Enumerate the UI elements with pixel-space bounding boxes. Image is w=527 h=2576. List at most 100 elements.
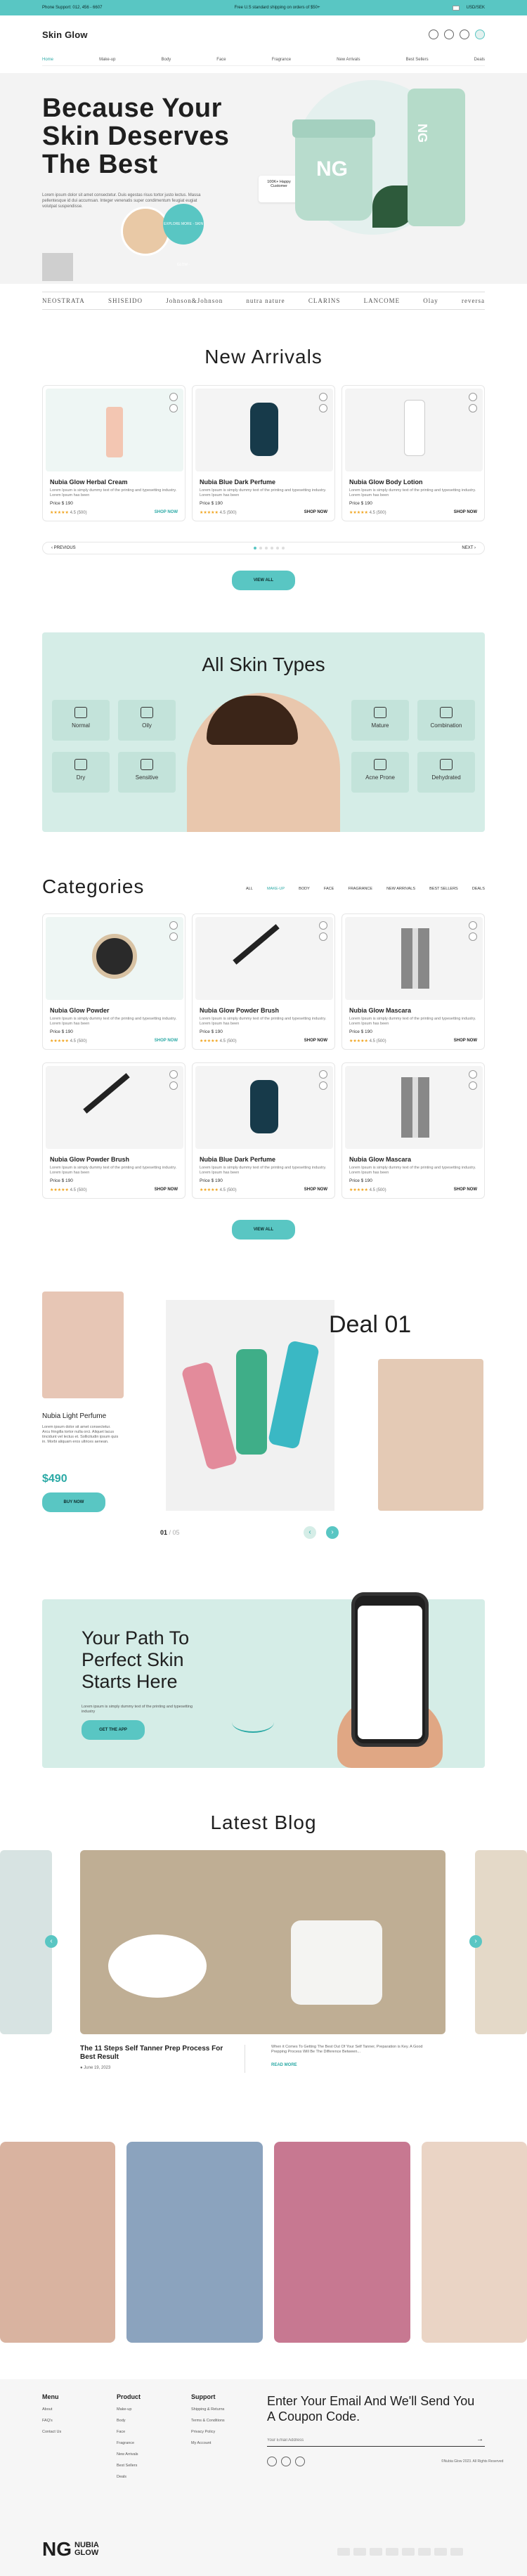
product-card[interactable]: Nubia Glow Powder Brush Lorem Ipsum is s… xyxy=(192,913,335,1050)
explore-more-badge[interactable]: EXPLORE MORE - SKIN GLOW - xyxy=(163,204,204,267)
tab-make-up[interactable]: MAKE-UP xyxy=(267,887,285,891)
blog-featured-image[interactable] xyxy=(80,1850,445,2034)
gallery-image[interactable] xyxy=(126,2142,263,2343)
footer-link[interactable]: Fragrance xyxy=(117,2441,141,2445)
facebook-icon[interactable] xyxy=(267,2457,277,2466)
nav-home[interactable]: Home xyxy=(42,58,53,62)
heart-icon[interactable] xyxy=(460,30,469,39)
shop-now-link[interactable]: SHOP NOW xyxy=(304,1039,327,1043)
footer-link[interactable]: Deals xyxy=(117,2475,141,2479)
skin-type-dehydrated[interactable]: Dehydrated xyxy=(417,752,475,793)
footer-link[interactable]: Terms & Conditions xyxy=(191,2419,225,2423)
cart-add-icon[interactable] xyxy=(469,404,477,412)
wishlist-icon[interactable] xyxy=(319,1070,327,1079)
tab-best-sellers[interactable]: BEST SELLERS xyxy=(429,887,458,891)
footer-link[interactable]: Contact Us xyxy=(42,2430,61,2434)
wishlist-icon[interactable] xyxy=(319,921,327,930)
get-app-button[interactable]: GET THE APP xyxy=(82,1720,145,1740)
cart-add-icon[interactable] xyxy=(169,1081,178,1090)
wishlist-icon[interactable] xyxy=(469,1070,477,1079)
footer-link[interactable]: Privacy Policy xyxy=(191,2430,225,2434)
footer-link[interactable]: Best Sellers xyxy=(117,2464,141,2468)
skin-type-oily[interactable]: Oily xyxy=(118,700,176,741)
footer-link[interactable]: Face xyxy=(117,2430,141,2434)
nav-fragrance[interactable]: Fragrance xyxy=(272,58,291,62)
email-input[interactable] xyxy=(267,2434,485,2447)
skin-type-combination[interactable]: Combination xyxy=(417,700,475,741)
currency-selector[interactable]: USD/SEK xyxy=(452,5,485,11)
cart-add-icon[interactable] xyxy=(469,932,477,941)
cart-icon[interactable] xyxy=(475,30,485,39)
cart-add-icon[interactable] xyxy=(169,932,178,941)
footer-link[interactable]: Body xyxy=(117,2419,141,2423)
deal-prev-button[interactable]: ‹ xyxy=(304,1526,316,1539)
nav-best-sellers[interactable]: Best Sellers xyxy=(406,58,429,62)
cart-add-icon[interactable] xyxy=(469,1081,477,1090)
next-button[interactable]: NEXT › xyxy=(462,546,476,550)
hero-thumbnail[interactable] xyxy=(42,253,73,281)
nav-body[interactable]: Body xyxy=(162,58,171,62)
product-card[interactable]: Nubia Glow Powder Lorem Ipsum is simply … xyxy=(42,913,186,1050)
wishlist-icon[interactable] xyxy=(169,921,178,930)
cart-add-icon[interactable] xyxy=(319,404,327,412)
shop-now-link[interactable]: SHOP NOW xyxy=(155,1039,178,1043)
tab-deals[interactable]: DEALS xyxy=(472,887,485,891)
product-card[interactable]: Nubia Glow Powder Brush Lorem Ipsum is s… xyxy=(42,1062,186,1199)
cart-add-icon[interactable] xyxy=(319,932,327,941)
gallery-image[interactable] xyxy=(274,2142,410,2343)
blog-next-card[interactable] xyxy=(475,1850,527,2034)
view-all-button[interactable]: VIEW ALL xyxy=(232,571,295,590)
blog-post-title[interactable]: The 11 Steps Self Tanner Prep Process Fo… xyxy=(80,2045,235,2062)
product-card[interactable]: Nubia Glow Mascara Lorem Ipsum is simply… xyxy=(341,913,485,1050)
shop-now-link[interactable]: SHOP NOW xyxy=(155,510,178,514)
skin-type-acne-prone[interactable]: Acne Prone xyxy=(351,752,409,793)
submit-arrow-icon[interactable]: → xyxy=(476,2435,483,2443)
footer-link[interactable]: Shipping & Returns xyxy=(191,2407,225,2412)
skin-type-sensitive[interactable]: Sensitive xyxy=(118,752,176,793)
site-logo[interactable]: Skin Glow xyxy=(42,30,88,40)
nav-new-arrivals[interactable]: New Arrivals xyxy=(337,58,360,62)
deal-next-button[interactable]: › xyxy=(326,1526,339,1539)
tab-new-arrivals[interactable]: NEW ARRIVALS xyxy=(386,887,415,891)
search-icon[interactable] xyxy=(429,30,438,39)
wishlist-icon[interactable] xyxy=(469,921,477,930)
wishlist-icon[interactable] xyxy=(469,393,477,401)
shop-now-link[interactable]: SHOP NOW xyxy=(454,1188,477,1192)
product-card[interactable]: Nubia Glow Mascara Lorem Ipsum is simply… xyxy=(341,1062,485,1199)
footer-link[interactable]: About xyxy=(42,2407,61,2412)
skin-type-normal[interactable]: Normal xyxy=(52,700,110,741)
gallery-image[interactable] xyxy=(0,2142,115,2343)
read-more-link[interactable]: READ MORE xyxy=(271,2063,297,2067)
footer-link[interactable]: New Arrivals xyxy=(117,2452,141,2457)
shop-now-link[interactable]: SHOP NOW xyxy=(304,510,327,514)
cart-add-icon[interactable] xyxy=(319,1081,327,1090)
skin-type-dry[interactable]: Dry xyxy=(52,752,110,793)
footer-logo[interactable]: NG NUBIA GLOW xyxy=(42,2538,99,2561)
tab-body[interactable]: BODY xyxy=(299,887,310,891)
nav-make-up[interactable]: Make-up xyxy=(99,58,115,62)
tab-face[interactable]: FACE xyxy=(324,887,334,891)
wishlist-icon[interactable] xyxy=(169,1070,178,1079)
nav-face[interactable]: Face xyxy=(216,58,226,62)
skin-type-mature[interactable]: Mature xyxy=(351,700,409,741)
tab-all[interactable]: ALL xyxy=(246,887,253,891)
product-card[interactable]: Nubia Glow Body Lotion Lorem Ipsum is si… xyxy=(341,385,485,521)
cart-add-icon[interactable] xyxy=(169,404,178,412)
user-icon[interactable] xyxy=(444,30,454,39)
footer-link[interactable]: My Account xyxy=(191,2441,225,2445)
product-card[interactable]: Nubia Blue Dark Perfume Lorem Ipsum is s… xyxy=(192,385,335,521)
buy-now-button[interactable]: BUY NOW xyxy=(42,1492,105,1512)
wishlist-icon[interactable] xyxy=(169,393,178,401)
instagram-icon[interactable] xyxy=(281,2457,291,2466)
footer-link[interactable]: FAQ's xyxy=(42,2419,61,2423)
product-card[interactable]: Nubia Glow Herbal Cream Lorem Ipsum is s… xyxy=(42,385,186,521)
view-all-button[interactable]: VIEW ALL xyxy=(232,1220,295,1240)
tab-fragrance[interactable]: FRAGRANCE xyxy=(348,887,372,891)
product-card[interactable]: Nubia Blue Dark Perfume Lorem Ipsum is s… xyxy=(192,1062,335,1199)
shop-now-link[interactable]: SHOP NOW xyxy=(304,1188,327,1192)
gallery-image[interactable] xyxy=(422,2142,527,2343)
shop-now-link[interactable]: SHOP NOW xyxy=(454,1039,477,1043)
shop-now-link[interactable]: SHOP NOW xyxy=(454,510,477,514)
blog-prev-button[interactable]: ‹ xyxy=(45,1935,58,1948)
nav-deals[interactable]: Deals xyxy=(474,58,485,62)
